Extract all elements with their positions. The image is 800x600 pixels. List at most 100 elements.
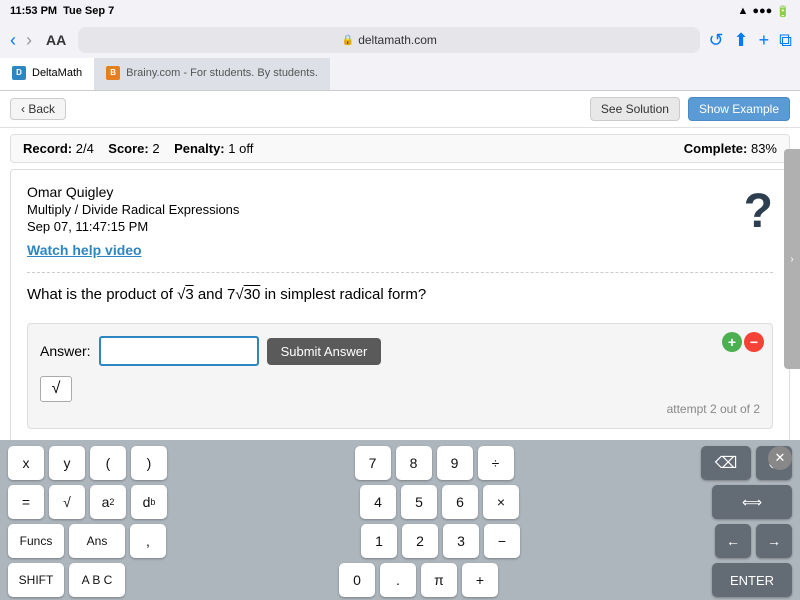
refresh-button[interactable]: ↺: [708, 30, 723, 51]
key-minus[interactable]: −: [484, 524, 520, 558]
subject-label: Multiply / Divide Radical Expressions: [27, 202, 773, 217]
complete-info: Complete: 83%: [684, 141, 777, 156]
key-6[interactable]: 6: [442, 485, 478, 519]
key-4[interactable]: 4: [360, 485, 396, 519]
key-equals[interactable]: =: [8, 485, 44, 519]
question-text: What is the product of √3 and 7√30 in si…: [27, 283, 773, 307]
url-bar[interactable]: 🔒 deltamath.com: [78, 27, 700, 53]
back-nav-button[interactable]: ‹: [8, 30, 18, 51]
key-0[interactable]: 0: [339, 563, 375, 597]
key-sqrt[interactable]: √: [49, 485, 85, 519]
key-double-arrow[interactable]: ⟺: [712, 485, 792, 519]
key-2[interactable]: 2: [402, 524, 438, 558]
keyboard-row-2: = √ a2 db 4 5 6 × ⟺: [8, 485, 792, 519]
tab-brainy-label: Brainy.com - For students. By students.: [126, 67, 318, 79]
tabs-button[interactable]: ⧉: [779, 30, 792, 51]
divider: [27, 272, 773, 273]
kb-section-mid-4: 0 . π +: [339, 563, 498, 597]
zoom-plus-button[interactable]: +: [722, 332, 742, 352]
key-1[interactable]: 1: [361, 524, 397, 558]
attempt-text: attempt 2 out of 2: [40, 402, 760, 416]
browser-toolbar: ‹ › AA 🔒 deltamath.com ↺ ⬆ + ⧉: [0, 22, 800, 58]
key-close-paren[interactable]: ): [131, 446, 167, 480]
wifi-icon: ▲: [737, 5, 748, 17]
key-comma[interactable]: ,: [130, 524, 166, 558]
forward-nav-button[interactable]: ›: [24, 30, 34, 51]
zoom-minus-button[interactable]: −: [744, 332, 764, 352]
sqrt-button[interactable]: √: [40, 376, 72, 402]
key-pi[interactable]: π: [421, 563, 457, 597]
answer-label: Answer:: [40, 343, 91, 359]
browser-tabs: D DeltaMath B Brainy.com - For students.…: [0, 58, 800, 90]
status-bar: 11:53 PM Tue Sep 7 ▲ ●●● 🔋: [0, 0, 800, 22]
scroll-hint[interactable]: ›: [784, 149, 800, 369]
reader-mode-button[interactable]: AA: [42, 32, 70, 48]
kb-section-right-4: ENTER: [712, 563, 792, 597]
browser-actions: ↺ ⬆ + ⧉: [708, 30, 792, 51]
help-video-link[interactable]: Watch help video: [27, 242, 773, 258]
kb-section-right-3: ← →: [715, 524, 792, 558]
key-9[interactable]: 9: [437, 446, 473, 480]
key-a-squared[interactable]: a2: [90, 485, 126, 519]
deltamath-favicon: D: [12, 66, 26, 80]
key-abc[interactable]: A B C: [69, 563, 125, 597]
timestamp: Sep 07, 11:47:15 PM: [27, 219, 773, 234]
question-card: ? Omar Quigley Multiply / Divide Radical…: [10, 169, 790, 441]
key-3[interactable]: 3: [443, 524, 479, 558]
key-x[interactable]: x: [8, 446, 44, 480]
tab-deltamath-label: DeltaMath: [32, 67, 82, 79]
kb-section-mid-1: 7 8 9 ÷: [355, 446, 514, 480]
kb-section-left-4: SHIFT A B C: [8, 563, 125, 597]
math-sqrt3: √3: [177, 286, 194, 303]
kb-section-mid-3: 1 2 3 −: [361, 524, 520, 558]
key-d-power-b[interactable]: db: [131, 485, 167, 519]
key-plus[interactable]: +: [462, 563, 498, 597]
key-open-paren[interactable]: (: [90, 446, 126, 480]
key-funcs[interactable]: Funcs: [8, 524, 64, 558]
kb-section-right-2: ⟺: [712, 485, 792, 519]
key-enter[interactable]: ENTER: [712, 563, 792, 597]
key-left-arrow[interactable]: ←: [715, 524, 751, 558]
key-8[interactable]: 8: [396, 446, 432, 480]
keyboard-close-button[interactable]: ✕: [768, 446, 792, 470]
lock-icon: 🔒: [342, 35, 354, 46]
zoom-controls: + −: [722, 332, 764, 352]
sqrt-symbol: √: [52, 380, 61, 398]
kb-section-left-2: = √ a2 db: [8, 485, 167, 519]
key-right-arrow[interactable]: →: [756, 524, 792, 558]
nav-buttons: ‹ ›: [8, 30, 34, 51]
brainy-favicon: B: [106, 66, 120, 80]
page-toolbar: ‹ Back See Solution Show Example: [0, 91, 800, 128]
answer-area: + − Answer: Submit Answer √ attempt 2 ou…: [27, 323, 773, 429]
back-button[interactable]: ‹ Back: [10, 98, 66, 120]
keyboard-row-4: SHIFT A B C 0 . π + ENTER: [8, 563, 792, 597]
question-mark-icon: ?: [744, 184, 773, 239]
share-button[interactable]: ⬆: [734, 30, 749, 51]
kb-section-left-1: x y ( ): [8, 446, 167, 480]
see-solution-button[interactable]: See Solution: [590, 97, 680, 121]
key-shift[interactable]: SHIFT: [8, 563, 64, 597]
submit-answer-button[interactable]: Submit Answer: [267, 338, 382, 365]
new-tab-button[interactable]: +: [759, 30, 770, 51]
key-7[interactable]: 7: [355, 446, 391, 480]
tab-deltamath[interactable]: D DeltaMath: [0, 58, 94, 90]
record-bar: Record: 2/4 Score: 2 Penalty: 1 off Comp…: [10, 134, 790, 163]
battery-icon: 🔋: [776, 5, 790, 18]
key-ans[interactable]: Ans: [69, 524, 125, 558]
record-value: 2/4: [76, 141, 94, 156]
key-multiply[interactable]: ×: [483, 485, 519, 519]
tab-brainy[interactable]: B Brainy.com - For students. By students…: [94, 58, 330, 90]
key-5[interactable]: 5: [401, 485, 437, 519]
key-divide[interactable]: ÷: [478, 446, 514, 480]
show-example-button[interactable]: Show Example: [688, 97, 790, 121]
kb-section-mid-2: 4 5 6 ×: [360, 485, 519, 519]
keyboard-row-3: Funcs Ans , 1 2 3 − ← →: [8, 524, 792, 558]
score-label: Score:: [108, 141, 148, 156]
kb-section-left-3: Funcs Ans ,: [8, 524, 166, 558]
key-dot[interactable]: .: [380, 563, 416, 597]
answer-input[interactable]: [99, 336, 259, 366]
math-keyboard: ✕ x y ( ) 7 8 9 ÷ ⌫ ⊘ = √ a2 db 4 5: [0, 440, 800, 600]
key-y[interactable]: y: [49, 446, 85, 480]
scroll-hint-arrow: ›: [790, 254, 793, 265]
key-backspace[interactable]: ⌫: [701, 446, 751, 480]
